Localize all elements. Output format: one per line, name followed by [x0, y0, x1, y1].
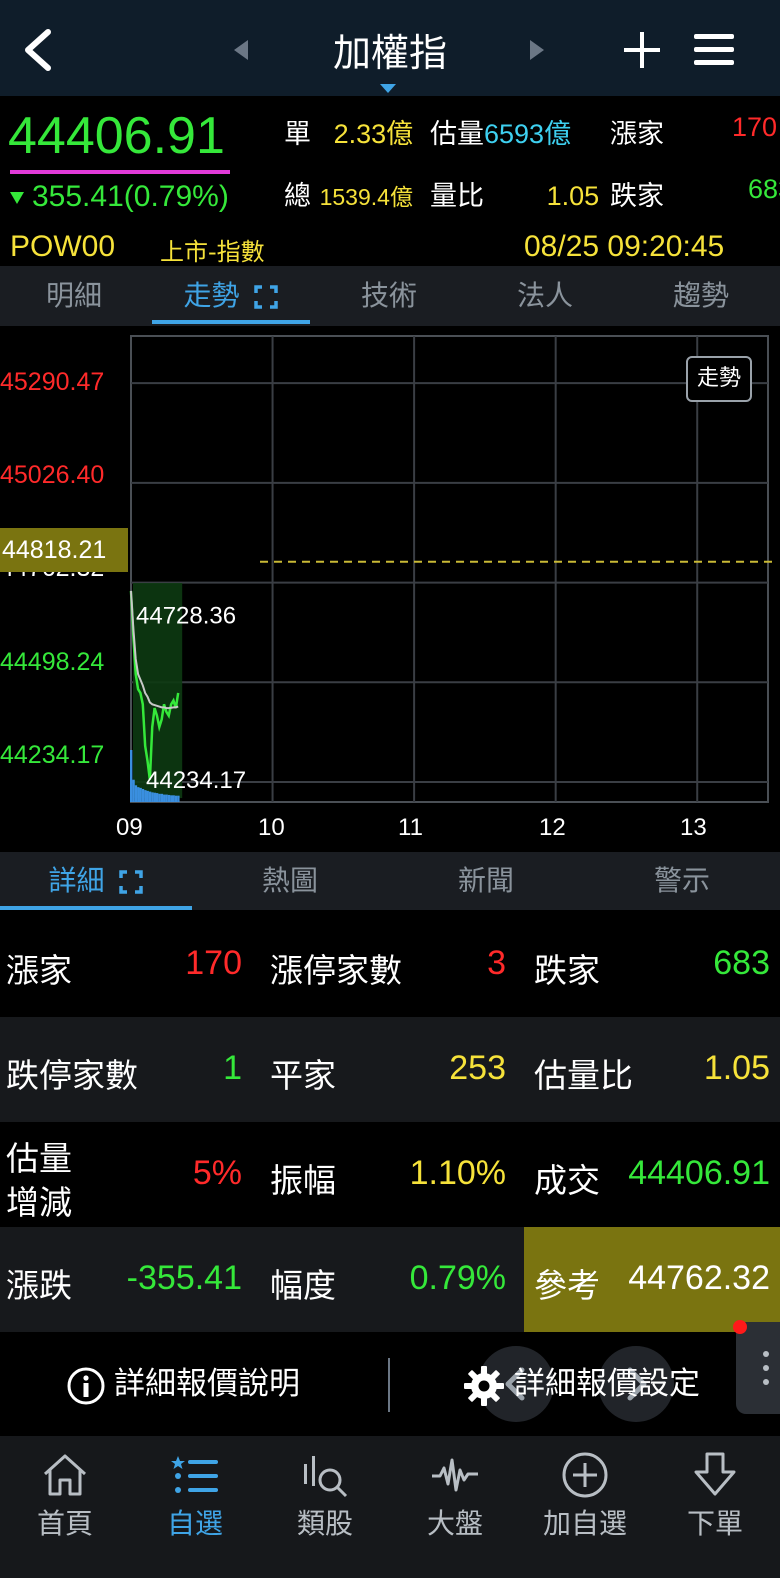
volume-bar — [153, 792, 156, 802]
more-vertical-icon — [763, 1351, 769, 1385]
quote-info-button[interactable]: 詳細報價說明 — [66, 1332, 300, 1436]
volume-bar — [139, 787, 142, 802]
nav-home[interactable]: 首頁 — [0, 1436, 130, 1578]
tab-alerts[interactable]: 警示 — [584, 852, 780, 910]
y-label-top: 45290.47 — [0, 368, 105, 396]
detail-tabs: 詳細 熱圖 新聞 警示 — [0, 852, 780, 910]
active-tab-indicator — [152, 320, 310, 324]
volume-bar — [155, 793, 159, 802]
x-label-10: 10 — [258, 814, 285, 841]
change-value: 355.41 — [32, 180, 124, 213]
detail-row: 漲家 170 漲停家數 3 跌家 683 — [0, 912, 780, 1017]
quote-time: 08/25 09:20:45 — [524, 230, 725, 263]
tab-heatmap[interactable]: 熱圖 — [192, 852, 388, 910]
low-value-label: 44234.17 — [146, 767, 246, 794]
trend-badge[interactable]: 走勢 — [686, 356, 752, 402]
tab-institutional[interactable]: 法人 — [468, 266, 622, 326]
volume-bar — [132, 779, 135, 802]
expand-icon[interactable] — [119, 870, 144, 894]
change-percent: (0.79%) — [123, 180, 229, 213]
up-count: 漲家 170 — [610, 112, 778, 150]
volume-bar — [130, 750, 133, 802]
home-icon — [43, 1454, 87, 1496]
expand-icon[interactable] — [254, 285, 279, 309]
notification-dot — [733, 1320, 747, 1334]
footer-actions: 詳細報價說明 詳細報價設定 — [0, 1332, 780, 1436]
nav-order[interactable]: 下單 — [650, 1436, 780, 1578]
reference-highlight: 參考 44762.32 — [524, 1227, 780, 1332]
sector-search-icon — [304, 1456, 348, 1498]
y-label-lower: 44498.24 — [0, 648, 105, 676]
detail-row: 跌停家數 1 平家 253 估量比 1.05 — [0, 1017, 780, 1122]
intraday-chart[interactable]: 44728.3644234.17 45290.47 45026.40 44762… — [0, 326, 780, 852]
tab-technical[interactable]: 技術 — [310, 266, 468, 326]
x-label-11: 11 — [398, 814, 423, 841]
add-circle-icon — [562, 1452, 608, 1498]
volume-bar — [158, 793, 161, 802]
total-volume: 總 1539.4億 — [284, 181, 413, 212]
active-detail-tab-indicator — [0, 906, 192, 910]
quote-settings-button[interactable]: 詳細報價設定 — [462, 1332, 700, 1436]
down-triangle-icon — [10, 192, 24, 205]
market-type: 上市-指數 — [160, 238, 265, 266]
volume-ratio: 量比 1.05 — [430, 181, 600, 212]
order-download-icon — [694, 1452, 736, 1496]
price-change: 355.41(0.79%) — [10, 180, 229, 214]
x-label-13: 13 — [680, 814, 707, 841]
reference-price-tag: 44818.21 — [0, 528, 128, 572]
more-options-button[interactable] — [736, 1322, 780, 1414]
symbol-code: POW00 — [10, 230, 116, 263]
page-title: 加權指 — [332, 31, 447, 75]
nav-add-watchlist[interactable]: 加自選 — [520, 1436, 650, 1578]
estimated-volume: 估量6593億 — [430, 119, 572, 150]
nav-watchlist[interactable]: 自選 — [130, 1436, 260, 1578]
price-underline — [10, 170, 230, 174]
tab-detail-ticks[interactable]: 明細 — [0, 266, 148, 326]
footer-divider — [388, 1358, 390, 1412]
quote-header: 44406.91 355.41(0.79%) POW00 上市-指數 08/25… — [0, 96, 780, 266]
menu-icon[interactable] — [694, 32, 734, 68]
nav-market[interactable]: 大盤 — [390, 1436, 520, 1578]
volume-bar — [174, 795, 178, 802]
y-label-bottom: 44234.17 — [0, 741, 105, 769]
chart-plot[interactable]: 44728.36 44234.17 — [0, 326, 780, 852]
volume-bar — [141, 789, 145, 802]
volume-bar — [167, 794, 171, 802]
next-index-icon[interactable] — [530, 40, 544, 60]
y-label-upper: 45026.40 — [0, 461, 105, 489]
tab-news[interactable]: 新聞 — [388, 852, 584, 910]
volume-bar — [134, 785, 138, 802]
down-count: 跌家 683 — [610, 174, 780, 212]
bottom-nav: 首頁 自選 類股 大盤 加自選 下單 — [0, 1436, 780, 1578]
nav-sectors[interactable]: 類股 — [260, 1436, 390, 1578]
volume-bar — [170, 795, 173, 802]
title-dropdown-icon[interactable] — [380, 84, 396, 93]
volume-bar — [177, 795, 180, 802]
plus-icon[interactable] — [622, 30, 662, 70]
x-label-09: 09 — [116, 814, 143, 841]
detail-row: 估量 增減 5% 振幅 1.10% 成交 44406.91 — [0, 1122, 780, 1227]
pulse-icon — [432, 1458, 478, 1492]
main-tabs: 明細 走勢 技術 法人 趨勢 — [0, 266, 780, 326]
volume-bar — [165, 794, 168, 802]
tab-details[interactable]: 詳細 — [0, 852, 192, 910]
top-bar: 加權指 — [0, 0, 780, 96]
x-label-12: 12 — [539, 814, 566, 841]
single-volume: 單 2.33億 — [284, 119, 414, 150]
info-icon — [67, 1367, 105, 1404]
plot-frame — [130, 335, 769, 803]
volume-bar — [137, 787, 140, 802]
volume-bar — [172, 795, 175, 802]
tab-trend[interactable]: 走勢 — [152, 266, 310, 326]
high-value-label: 44728.36 — [136, 602, 236, 629]
tab-trends[interactable]: 趨勢 — [622, 266, 780, 326]
last-price: 44406.91 — [8, 107, 225, 165]
watchlist-icon — [171, 1456, 218, 1493]
volume-bar — [163, 794, 166, 802]
volume-bar — [160, 793, 164, 802]
gear-icon — [464, 1365, 504, 1406]
detail-row: 漲跌 -355.41 幅度 0.79% 參考 44762.32 — [0, 1227, 780, 1332]
